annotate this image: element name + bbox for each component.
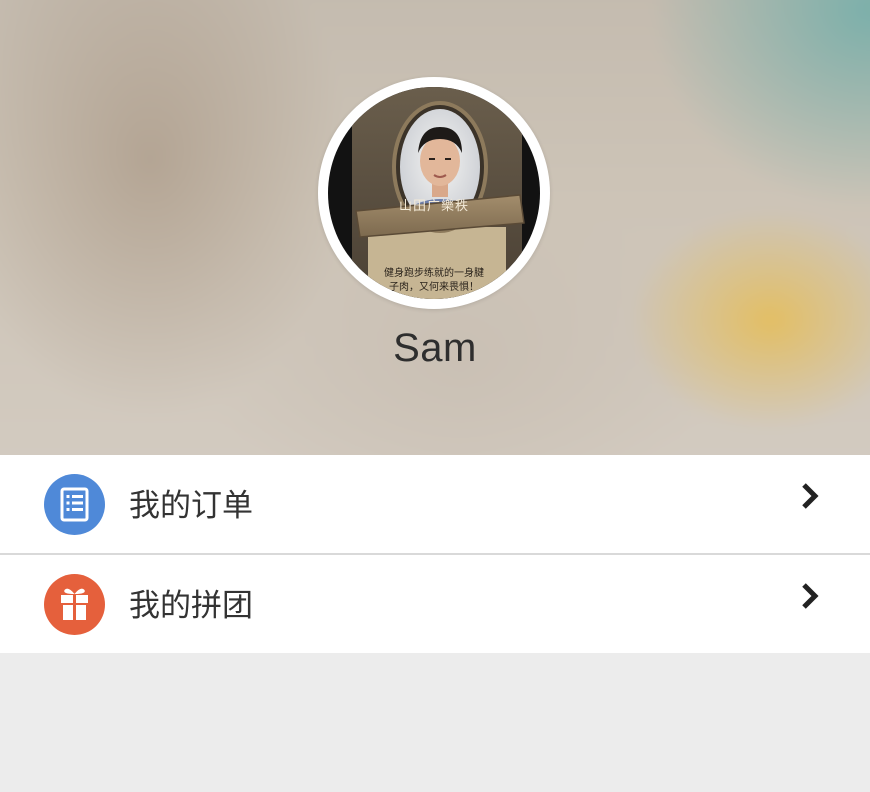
username: Sam [393,326,477,370]
card-flavor-line-1: 健身跑步练就的一身腱 [384,268,484,279]
profile-page: 山田广樂秩 健身跑步练就的一身腱 子肉，又何来畏惧！ Sam 我的订单 我的拼团 [0,0,870,792]
menu-item-label: 我的订单 [129,488,253,524]
chevron-right-icon [798,581,822,615]
avatar[interactable]: 山田广樂秩 健身跑步练就的一身腱 子肉，又何来畏惧！ [318,77,550,309]
chevron-right-icon [798,481,822,515]
menu-item-label: 我的拼团 [129,588,253,624]
profile-header: 山田广樂秩 健身跑步练就的一身腱 子肉，又何来畏惧！ Sam [0,0,870,455]
menu-item-my-group-buy[interactable]: 我的拼团 [0,553,870,653]
order-list-icon [44,474,105,535]
menu-item-my-orders[interactable]: 我的订单 [0,455,870,553]
menu-list: 我的订单 我的拼团 [0,455,870,653]
gift-icon [44,574,105,635]
card-banner-text: 山田广樂秩 [398,199,469,214]
card-flavor-line-2: 子肉，又何来畏惧！ [389,282,479,293]
